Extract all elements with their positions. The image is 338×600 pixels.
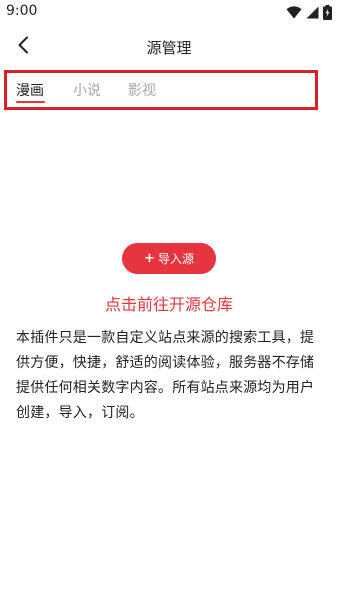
- tab-novels[interactable]: 小说: [73, 80, 101, 100]
- tab-bar: 漫画 小说 影视: [4, 70, 318, 110]
- page-title: 源管理: [146, 39, 192, 57]
- status-time: 9:00: [6, 3, 38, 19]
- import-source-label: 导入源: [157, 252, 194, 266]
- battery-charging-icon: [323, 4, 332, 20]
- tab-comics[interactable]: 漫画: [16, 80, 44, 100]
- app-bar: 源管理: [0, 24, 338, 70]
- open-repo-link[interactable]: 点击前往开源仓库: [0, 291, 338, 315]
- signal-icon: [306, 6, 319, 19]
- status-bar: 9:00: [0, 0, 338, 24]
- import-source-button[interactable]: + 导入源: [122, 243, 216, 274]
- status-icons: [286, 4, 332, 20]
- plugin-description: 本插件只是一款自定义站点来源的搜索工具，提供方便，快捷，舒适的阅读体验，服务器不…: [16, 330, 315, 421]
- plus-icon: +: [144, 251, 155, 266]
- tab-indicator: [16, 101, 45, 103]
- tab-videos[interactable]: 影视: [128, 80, 156, 100]
- wifi-icon: [286, 5, 302, 19]
